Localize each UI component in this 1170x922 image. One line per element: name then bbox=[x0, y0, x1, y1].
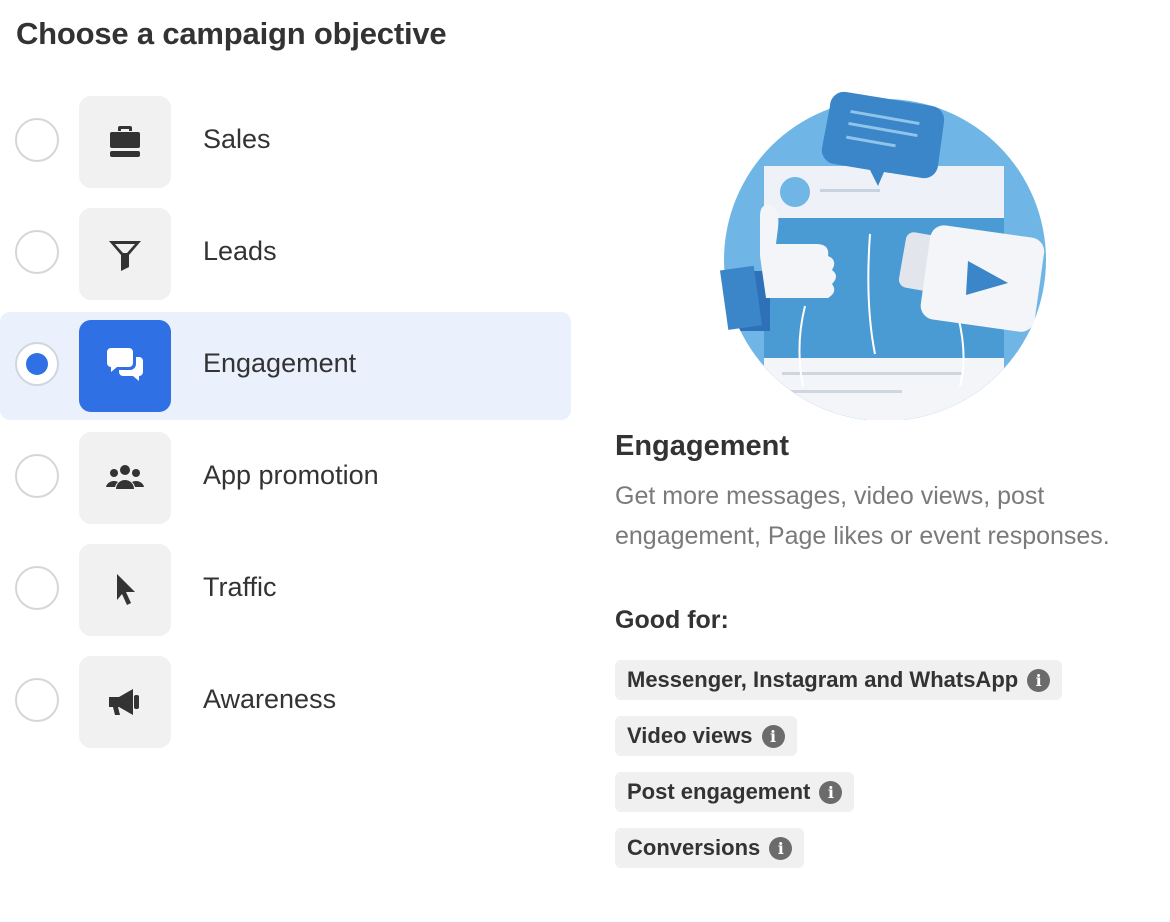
cursor-icon bbox=[79, 544, 171, 636]
objective-option-traffic[interactable]: Traffic bbox=[0, 544, 571, 636]
tag-label: Conversions bbox=[627, 835, 761, 860]
detail-title: Engagement bbox=[615, 430, 790, 462]
objective-option-engagement[interactable]: Engagement bbox=[0, 312, 571, 420]
radio-button[interactable] bbox=[15, 342, 59, 386]
tag-label: Messenger, Instagram and WhatsApp bbox=[627, 667, 1019, 692]
detail-description: Get more messages, video views, post eng… bbox=[615, 482, 1110, 550]
info-icon[interactable]: i bbox=[1027, 668, 1051, 692]
good-for-tags: Messenger, Instagram and WhatsApp i Video… bbox=[615, 660, 1063, 884]
objective-option-awareness[interactable]: Awareness bbox=[0, 656, 571, 748]
info-icon[interactable]: i bbox=[819, 780, 843, 804]
tag-video-views: Video views i bbox=[615, 716, 797, 756]
objective-label: Sales bbox=[203, 124, 271, 154]
radio-button[interactable] bbox=[15, 230, 59, 274]
tag-label: Post engagement bbox=[627, 779, 811, 804]
chat-bubbles-icon bbox=[79, 320, 171, 412]
engagement-illustration bbox=[720, 91, 1046, 420]
objective-label: App promotion bbox=[203, 460, 379, 490]
good-for-heading: Good for: bbox=[615, 606, 729, 634]
objective-option-app-promotion[interactable]: App promotion bbox=[0, 432, 571, 524]
megaphone-icon bbox=[79, 656, 171, 748]
objective-label: Traffic bbox=[203, 572, 277, 602]
info-icon[interactable]: i bbox=[769, 836, 793, 860]
tag-post-engagement: Post engagement i bbox=[615, 772, 855, 812]
objective-option-sales[interactable]: Sales bbox=[0, 96, 571, 188]
tag-messenger-instagram-whatsapp: Messenger, Instagram and WhatsApp i bbox=[615, 660, 1063, 700]
objective-label: Awareness bbox=[203, 684, 337, 714]
radio-button[interactable] bbox=[15, 678, 59, 722]
objective-label: Leads bbox=[203, 236, 277, 266]
page-title: Choose a campaign objective bbox=[16, 16, 447, 51]
filter-icon bbox=[79, 208, 171, 300]
radio-button[interactable] bbox=[15, 118, 59, 162]
tag-label: Video views bbox=[627, 723, 753, 748]
radio-selected-dot bbox=[26, 353, 48, 375]
tag-conversions: Conversions i bbox=[615, 828, 805, 868]
info-icon[interactable]: i bbox=[761, 724, 785, 748]
people-icon bbox=[79, 432, 171, 524]
objective-label: Engagement bbox=[203, 348, 357, 378]
objective-option-leads[interactable]: Leads bbox=[0, 208, 571, 300]
radio-button[interactable] bbox=[15, 566, 59, 610]
briefcase-icon bbox=[79, 96, 171, 188]
radio-button[interactable] bbox=[15, 454, 59, 498]
objective-list: Sales Leads Engagement App promotion Tra… bbox=[0, 96, 571, 768]
